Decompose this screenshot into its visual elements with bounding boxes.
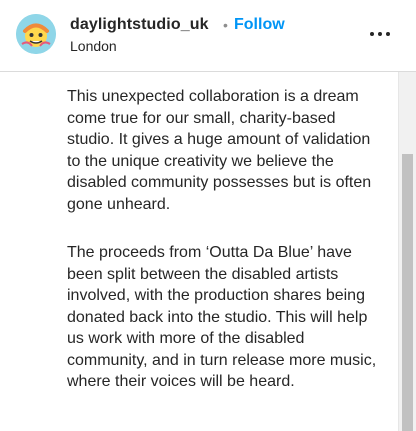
- caption-paragraph: This unexpected collaboration is a dream…: [67, 88, 372, 213]
- account-name-link[interactable]: daylightstudio_uk: [70, 15, 209, 35]
- follow-button[interactable]: Follow: [234, 15, 285, 35]
- scrollbar-thumb[interactable]: [402, 154, 413, 431]
- post-header: daylightstudio_uk • Follow London: [0, 0, 416, 72]
- location-link[interactable]: London: [70, 37, 117, 55]
- more-dot: [378, 32, 382, 36]
- profile-avatar[interactable]: [16, 14, 56, 54]
- caption-area: This unexpected collaboration is a dream…: [0, 72, 398, 431]
- caption-paragraph: The proceeds from ‘Outta Da Blue’ have b…: [67, 244, 377, 390]
- more-options-icon[interactable]: [366, 24, 394, 44]
- separator-dot: •: [223, 17, 228, 33]
- more-dot: [386, 32, 390, 36]
- vertical-scrollbar[interactable]: [398, 72, 416, 431]
- post-dialog: daylightstudio_uk • Follow London This u…: [0, 0, 416, 431]
- avatar-illustration-icon: [16, 14, 56, 54]
- more-dot: [370, 32, 374, 36]
